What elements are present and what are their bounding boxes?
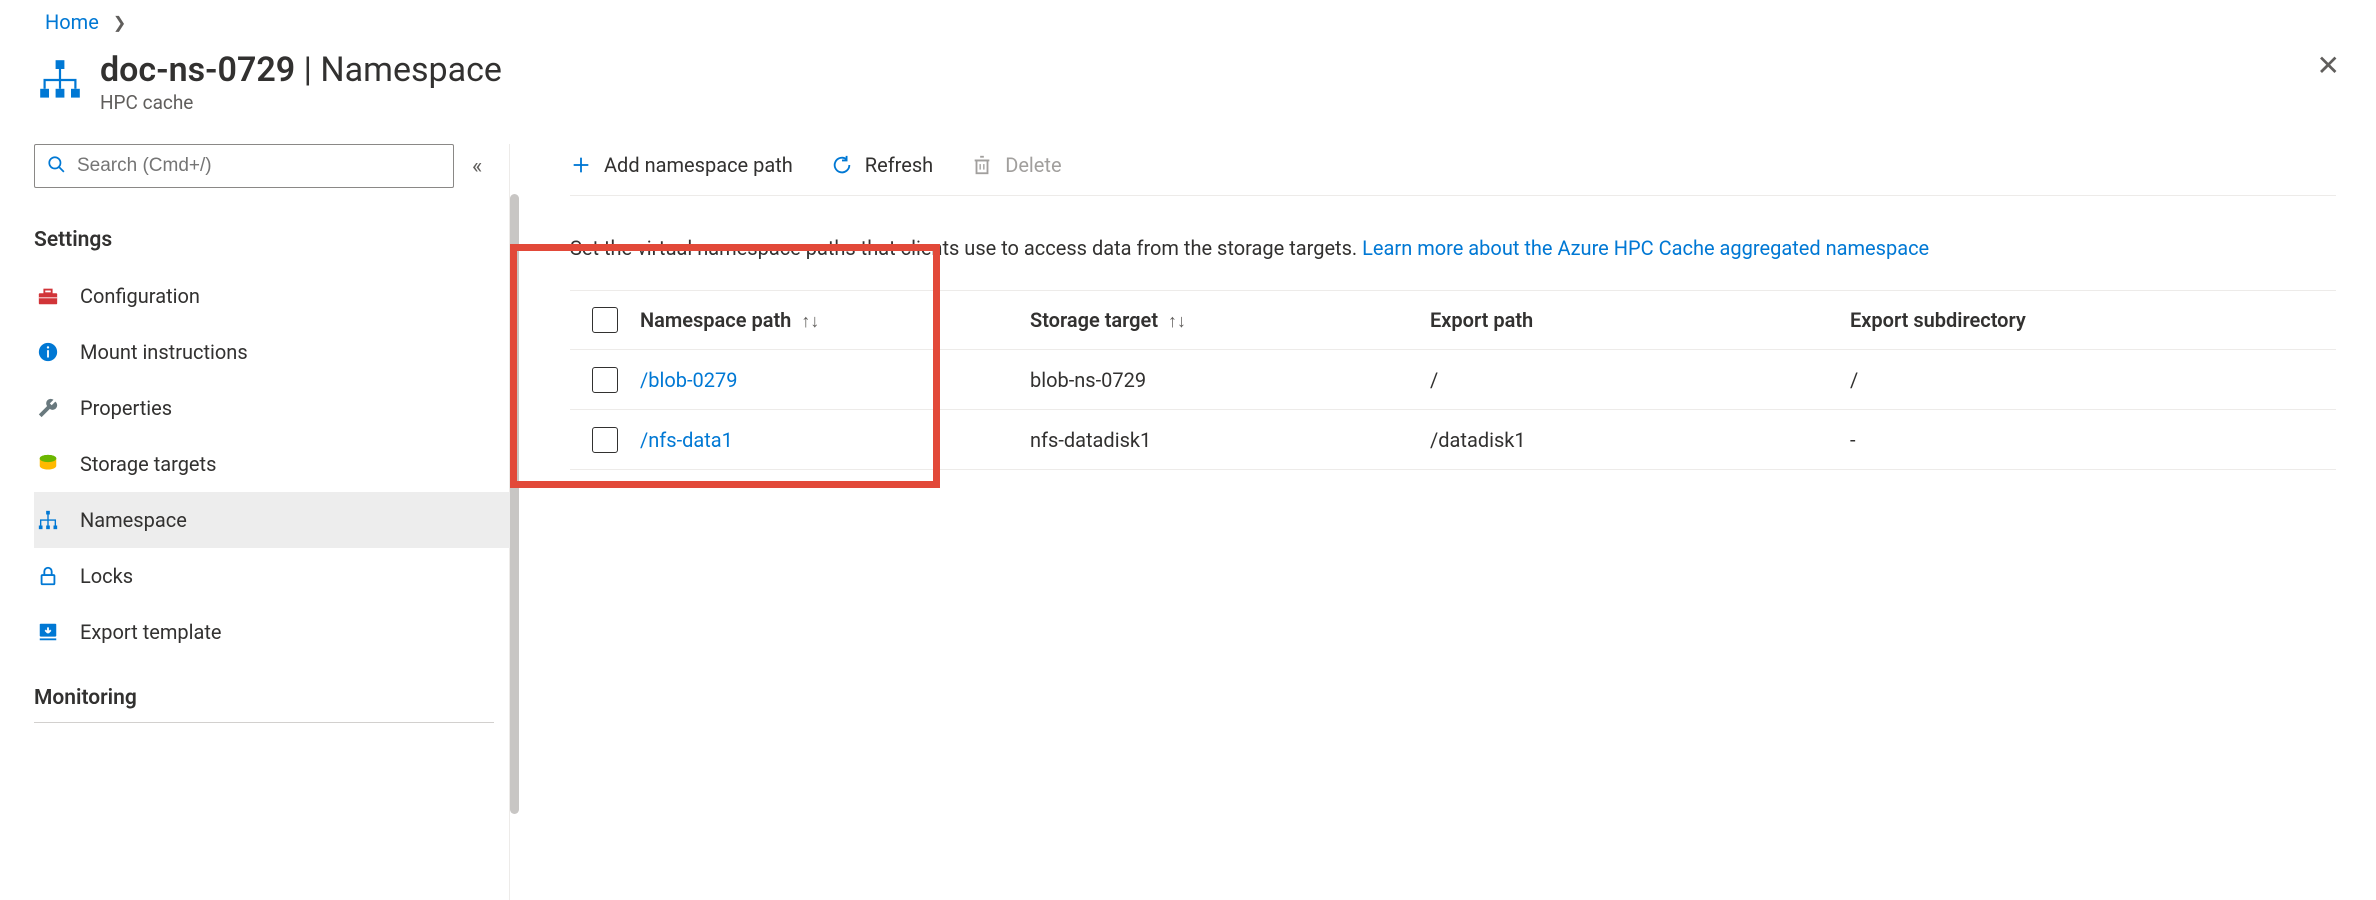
sidebar-item-namespace[interactable]: Namespace [34, 492, 510, 548]
page-header: doc-ns-0729 | Namespace HPC cache ✕ [0, 34, 2376, 114]
sidebar-item-locks[interactable]: Locks [34, 548, 510, 604]
sidebar: « Settings Configuration Mount instructi… [0, 144, 510, 900]
sidebar-item-label: Configuration [80, 284, 200, 308]
toolbar-label: Delete [1005, 153, 1061, 177]
trash-icon [971, 154, 993, 176]
sidebar-item-configuration[interactable]: Configuration [34, 268, 510, 324]
sidebar-section-monitoring: Monitoring [34, 686, 494, 723]
sidebar-item-label: Namespace [80, 508, 187, 532]
hierarchy-icon [36, 508, 60, 532]
sidebar-item-label: Mount instructions [80, 340, 248, 364]
breadcrumb: Home ❯ [0, 0, 2376, 34]
sort-icon: ↑↓ [1168, 311, 1186, 332]
delete-button: Delete [971, 153, 1061, 177]
column-header-storage-target[interactable]: Storage target↑↓ [1030, 308, 1430, 332]
sidebar-item-label: Export template [80, 620, 222, 644]
cell-export-subdirectory: / [1850, 368, 2336, 392]
wrench-icon [36, 396, 60, 420]
namespace-table: Namespace path↑↓ Storage target↑↓ Export… [570, 290, 2336, 470]
cell-storage-target: blob-ns-0729 [1030, 368, 1430, 392]
namespace-path-link[interactable]: /blob-0279 [640, 368, 737, 392]
toolbar-label: Add namespace path [604, 153, 793, 177]
table-header-row: Namespace path↑↓ Storage target↑↓ Export… [570, 290, 2336, 350]
toolbox-icon [36, 284, 60, 308]
cell-export-path: /datadisk1 [1430, 428, 1850, 452]
row-checkbox[interactable] [592, 427, 618, 453]
main-content: Add namespace path Refresh Delete S [522, 144, 2376, 900]
resource-type: HPC cache [100, 91, 2346, 114]
sidebar-item-label: Storage targets [80, 452, 216, 476]
sidebar-search[interactable] [34, 144, 454, 188]
page-title: doc-ns-0729 | Namespace [100, 52, 2346, 89]
cell-storage-target: nfs-datadisk1 [1030, 428, 1430, 452]
sidebar-section-settings: Settings [34, 228, 509, 256]
description: Set the virtual namespace paths that cli… [570, 236, 2336, 260]
column-header-export-path[interactable]: Export path [1430, 308, 1850, 332]
storage-icon [36, 452, 60, 476]
table-row[interactable]: /blob-0279 blob-ns-0729 / / [570, 350, 2336, 410]
plus-icon [570, 154, 592, 176]
toolbar: Add namespace path Refresh Delete [570, 144, 2336, 196]
lock-icon [36, 564, 60, 588]
cell-export-path: / [1430, 368, 1850, 392]
collapse-sidebar-button[interactable]: « [472, 154, 482, 179]
add-namespace-path-button[interactable]: Add namespace path [570, 153, 793, 177]
breadcrumb-home[interactable]: Home [45, 10, 99, 34]
sidebar-item-export-template[interactable]: Export template [34, 604, 510, 660]
table-row[interactable]: /nfs-data1 nfs-datadisk1 /datadisk1 - [570, 410, 2336, 470]
cell-export-subdirectory: - [1850, 428, 2336, 452]
row-checkbox[interactable] [592, 367, 618, 393]
column-header-export-subdirectory[interactable]: Export subdirectory [1850, 308, 2336, 332]
refresh-icon [831, 154, 853, 176]
sidebar-scrollbar[interactable] [510, 144, 522, 900]
download-icon [36, 620, 60, 644]
sidebar-item-label: Locks [80, 564, 133, 588]
namespace-path-link[interactable]: /nfs-data1 [640, 428, 733, 452]
column-header-namespace-path[interactable]: Namespace path↑↓ [640, 308, 1030, 332]
sidebar-item-mount-instructions[interactable]: Mount instructions [34, 324, 510, 380]
chevron-right-icon: ❯ [113, 13, 126, 32]
sidebar-item-label: Properties [80, 396, 172, 420]
select-all-checkbox[interactable] [592, 307, 618, 333]
refresh-button[interactable]: Refresh [831, 153, 933, 177]
sidebar-item-properties[interactable]: Properties [34, 380, 510, 436]
toolbar-label: Refresh [865, 153, 933, 177]
close-button[interactable]: ✕ [2317, 52, 2340, 80]
learn-more-link[interactable]: Learn more about the Azure HPC Cache agg… [1362, 236, 1929, 260]
search-icon [47, 155, 65, 177]
sidebar-item-storage-targets[interactable]: Storage targets [34, 436, 510, 492]
info-icon [36, 340, 60, 364]
sort-icon: ↑↓ [801, 311, 819, 332]
sidebar-search-input[interactable] [75, 154, 441, 178]
hpc-cache-icon [38, 58, 82, 102]
